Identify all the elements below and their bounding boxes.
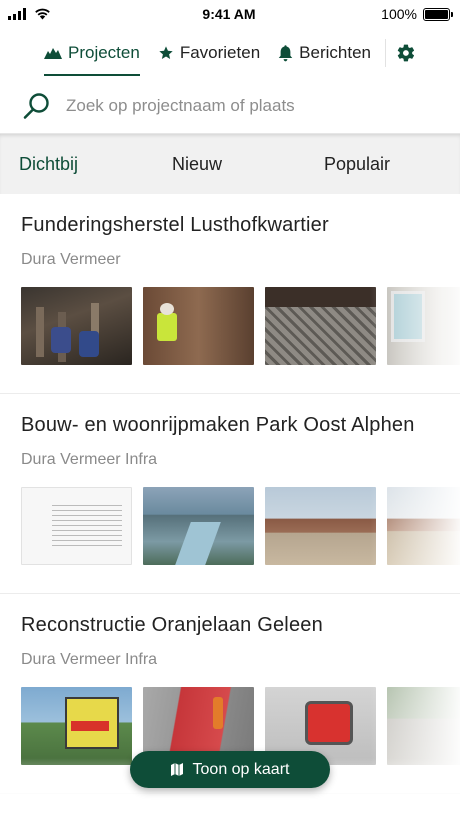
project-photo[interactable] [143, 287, 254, 365]
project-title: Bouw- en woonrijpmaken Park Oost Alphen [21, 414, 415, 436]
tab-label: Favorieten [179, 43, 261, 62]
segment-control: Dichtbij Nieuw Populair [0, 134, 460, 194]
battery-percentage: 100% [381, 6, 417, 22]
map-icon [170, 763, 183, 776]
project-photo[interactable] [21, 287, 132, 365]
search-bar [0, 78, 460, 134]
battery-icon [422, 7, 453, 21]
project-company: Dura Vermeer Infra [21, 651, 158, 668]
project-photo[interactable] [387, 287, 460, 365]
project-photo[interactable] [387, 487, 460, 565]
bell-icon [278, 44, 293, 61]
photo-strip[interactable] [21, 287, 460, 365]
project-list: Funderingsherstel Lusthofkwartier Dura V… [0, 194, 460, 794]
map-button-label: Toon op kaart [192, 760, 290, 778]
project-photo[interactable] [265, 487, 376, 565]
project-title: Funderingsherstel Lusthofkwartier [21, 214, 329, 236]
segment-populair[interactable]: Populair [297, 154, 417, 175]
segment-dichtbij[interactable]: Dichtbij [0, 154, 97, 175]
search-input[interactable] [66, 95, 438, 116]
project-photo[interactable] [143, 487, 254, 565]
settings-button[interactable] [396, 43, 416, 63]
project-card[interactable]: Bouw- en woonrijpmaken Park Oost Alphen … [0, 394, 460, 594]
project-company: Dura Vermeer [21, 251, 121, 268]
project-company: Dura Vermeer Infra [21, 451, 158, 468]
search-icon [23, 92, 49, 119]
nav-divider [384, 39, 386, 67]
mountains-icon [44, 48, 62, 59]
project-photo[interactable] [21, 487, 132, 565]
signal-icon [8, 8, 26, 20]
status-right: 100% [330, 6, 453, 22]
photo-strip[interactable] [21, 487, 460, 565]
gear-icon [397, 44, 415, 62]
status-bar: 9:41 AM 100% [0, 0, 460, 28]
status-left [8, 8, 128, 20]
segment-nieuw[interactable]: Nieuw [97, 154, 297, 175]
tab-label: Berichten [299, 43, 371, 62]
star-icon [159, 46, 173, 59]
top-navigation: Projecten Favorieten Berichten [0, 28, 460, 78]
show-on-map-button[interactable]: Toon op kaart [130, 751, 330, 788]
tab-projecten[interactable]: Projecten [44, 28, 140, 78]
tab-favorieten[interactable]: Favorieten [158, 28, 260, 78]
project-photo[interactable] [21, 687, 132, 765]
tab-label: Projecten [68, 43, 140, 62]
wifi-icon [35, 8, 50, 20]
project-photo[interactable] [265, 287, 376, 365]
project-card[interactable]: Funderingsherstel Lusthofkwartier Dura V… [0, 194, 460, 394]
project-title: Reconstructie Oranjelaan Geleen [21, 614, 323, 636]
tab-berichten[interactable]: Berichten [278, 28, 371, 78]
project-photo[interactable] [387, 687, 460, 765]
status-time: 9:41 AM [202, 6, 256, 22]
